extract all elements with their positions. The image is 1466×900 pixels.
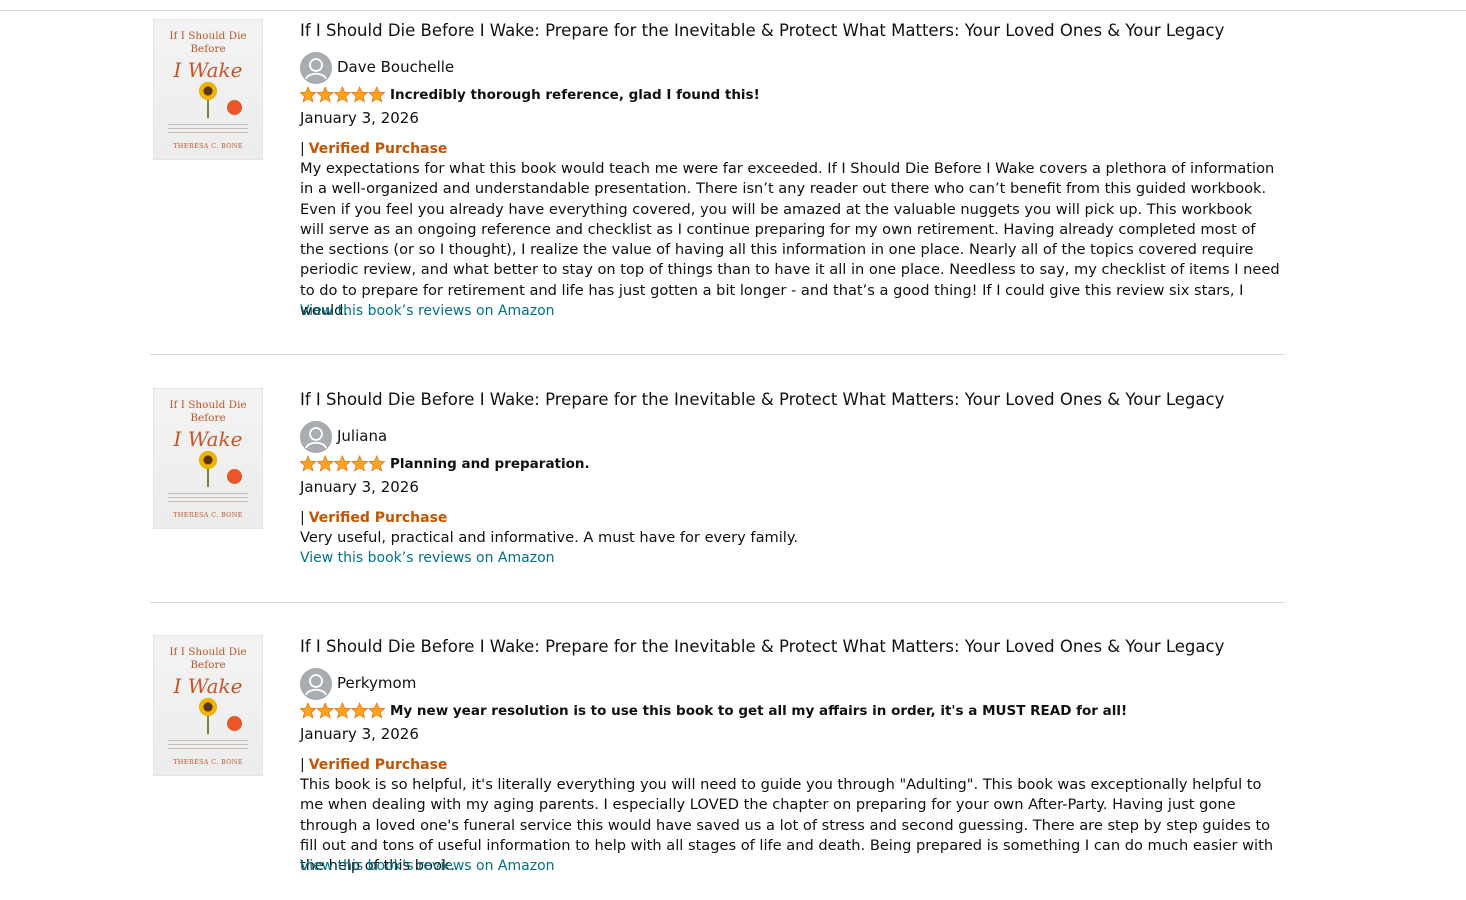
book-title: If I Should Die Before I Wake: Prepare f… (300, 21, 1225, 40)
cover-badge-icon (227, 716, 242, 731)
review-divider (150, 354, 1285, 355)
stem-decoration (207, 716, 209, 734)
reviewer-name[interactable]: Perkymom (337, 674, 416, 692)
cover-title-big: I Wake (173, 427, 243, 451)
view-reviews-link[interactable]: View this book’s reviews on Amazon (300, 548, 555, 568)
verified-purchase-row: | Verified Purchase (300, 139, 447, 159)
separator: | (300, 757, 305, 773)
avatar-icon (300, 668, 332, 700)
cover-subtitle-lines (168, 493, 248, 505)
review-body: My expectations for what this book would… (300, 160, 1280, 320)
verified-purchase-badge: Verified Purchase (308, 141, 448, 157)
cover-subtitle-lines (168, 124, 248, 136)
reviewer-name[interactable]: Dave Bouchelle (337, 58, 454, 76)
review-date: January 3, 2026 (300, 478, 419, 496)
sunflower-icon (199, 82, 217, 100)
verified-purchase-badge: Verified Purchase (308, 510, 448, 526)
cover-title: If I Should Die Before (169, 30, 247, 55)
cover-author: THERESA C. BONE (173, 758, 243, 766)
review-body: Very useful, practical and informative. … (300, 529, 799, 546)
review-headline: My new year resolution is to use this bo… (390, 703, 1128, 719)
book-cover-image[interactable]: If I Should Die Before I Wake THERESA C.… (154, 389, 262, 528)
stem-decoration (207, 100, 209, 118)
stem-decoration (207, 469, 209, 487)
cover-title: If I Should Die Before (169, 646, 247, 671)
review-date: January 3, 2026 (300, 109, 419, 127)
separator: | (300, 510, 305, 526)
cover-author: THERESA C. BONE (173, 511, 243, 519)
sunflower-icon (199, 451, 217, 469)
star-rating-icon (300, 455, 386, 472)
avatar-icon (300, 421, 332, 453)
cover-title-big: I Wake (173, 674, 243, 698)
cover-author: THERESA C. BONE (173, 142, 243, 150)
cover-badge-icon (227, 469, 242, 484)
reviewer-name[interactable]: Juliana (337, 427, 387, 445)
review-headline: Planning and preparation. (390, 456, 590, 472)
star-rating-icon (300, 86, 386, 103)
view-reviews-link[interactable]: View this book’s reviews on Amazon (300, 301, 555, 321)
star-rating-icon (300, 702, 386, 719)
verified-purchase-row: | Verified Purchase (300, 755, 447, 775)
cover-subtitle-lines (168, 740, 248, 752)
cover-title: If I Should Die Before (169, 399, 247, 424)
book-title: If I Should Die Before I Wake: Prepare f… (300, 637, 1225, 656)
review-divider (150, 602, 1285, 603)
book-cover-image[interactable]: If I Should Die Before I Wake THERESA C.… (154, 20, 262, 159)
book-title: If I Should Die Before I Wake: Prepare f… (300, 390, 1225, 409)
review-date: January 3, 2026 (300, 725, 419, 743)
separator: | (300, 141, 305, 157)
verified-purchase-badge: Verified Purchase (308, 757, 448, 773)
review-headline: Incredibly thorough reference, glad I fo… (390, 87, 760, 103)
cover-badge-icon (227, 100, 242, 115)
view-reviews-link[interactable]: View this book’s reviews on Amazon (300, 856, 555, 876)
verified-purchase-row: | Verified Purchase (300, 508, 447, 528)
top-divider (0, 10, 1466, 11)
sunflower-icon (199, 698, 217, 716)
cover-title-big: I Wake (173, 58, 243, 82)
avatar-icon (300, 52, 332, 84)
book-cover-image[interactable]: If I Should Die Before I Wake THERESA C.… (154, 636, 262, 775)
